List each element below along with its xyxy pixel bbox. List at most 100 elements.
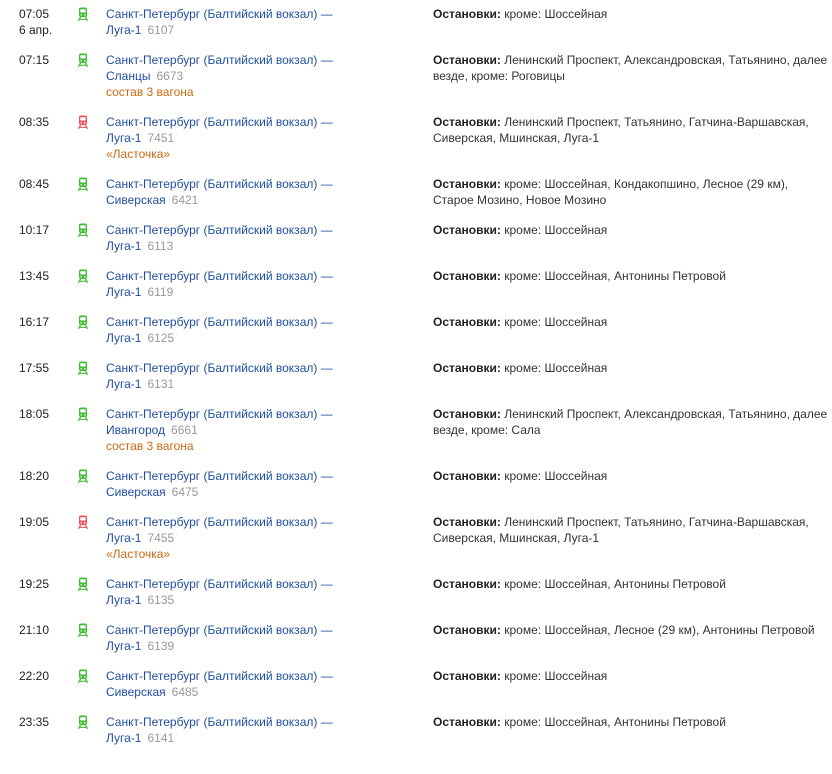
- route-destination-link[interactable]: Сиверская: [106, 685, 166, 699]
- stops-cell: Остановки: Ленинский Проспект, Татьянино…: [433, 114, 832, 146]
- departure-time: 13:45: [19, 269, 50, 283]
- stops-cell: Остановки: кроме: Шоссейная, Антонины Пе…: [433, 714, 832, 730]
- train-type-cell: [76, 406, 106, 421]
- route-link[interactable]: Санкт-Петербург (Балтийский вокзал) —: [106, 177, 333, 191]
- route-destination-link[interactable]: Луга-1: [106, 331, 141, 345]
- train-green-icon: [78, 577, 88, 591]
- departure-time: 19:05: [19, 515, 50, 529]
- schedule-row: 19:05 Санкт-Петербург (Балтийский вокзал…: [0, 514, 832, 576]
- route-destination-link[interactable]: Сиверская: [106, 193, 166, 207]
- stops-cell: Остановки: кроме: Шоссейная: [433, 468, 832, 484]
- stops-text: кроме: Шоссейная, Антонины Петровой: [504, 715, 726, 729]
- route-destination-link[interactable]: Луга-1: [106, 131, 141, 145]
- route-link[interactable]: Санкт-Петербург (Балтийский вокзал) —: [106, 269, 333, 283]
- route-link[interactable]: Санкт-Петербург (Балтийский вокзал) —: [106, 669, 333, 683]
- route-destination-link[interactable]: Сланцы: [106, 69, 150, 83]
- route-cell: Санкт-Петербург (Балтийский вокзал) — Лу…: [106, 114, 433, 162]
- stops-text: кроме: Шоссейная: [504, 361, 608, 375]
- route-destination-link[interactable]: Ивангород: [106, 423, 165, 437]
- stops-cell: Остановки: кроме: Шоссейная, Кондакопшин…: [433, 176, 832, 208]
- route-destination-link[interactable]: Луга-1: [106, 239, 141, 253]
- train-number: 6673: [156, 69, 184, 83]
- route-link[interactable]: Санкт-Петербург (Балтийский вокзал) —: [106, 715, 333, 729]
- route-destination-link[interactable]: Луга-1: [106, 377, 141, 391]
- departure-time: 19:25: [19, 577, 50, 591]
- schedule-row: 17:55 Санкт-Петербург (Балтийский вокзал…: [0, 360, 832, 406]
- train-green-icon: [78, 53, 88, 67]
- train-number: 6135: [147, 593, 175, 607]
- route-destination-link[interactable]: Сиверская: [106, 485, 166, 499]
- departure-cell: 08:45: [0, 176, 76, 192]
- route-link[interactable]: Санкт-Петербург (Балтийский вокзал) —: [106, 53, 333, 67]
- route-destination-link[interactable]: Луга-1: [106, 731, 141, 745]
- train-type-cell: [76, 6, 106, 21]
- stops-cell: Остановки: кроме: Шоссейная: [433, 668, 832, 684]
- departure-time: 07:05: [19, 7, 50, 21]
- train-number: 6131: [147, 377, 175, 391]
- route-cell: Санкт-Петербург (Балтийский вокзал) — Лу…: [106, 268, 433, 300]
- route-destination-link[interactable]: Луга-1: [106, 639, 141, 653]
- departure-time: 18:20: [19, 469, 50, 483]
- train-type-cell: [76, 514, 106, 529]
- stops-cell: Остановки: Ленинский Проспект, Татьянино…: [433, 514, 832, 546]
- train-type-cell: [76, 576, 106, 591]
- stops-text: кроме: Шоссейная: [504, 223, 608, 237]
- route-link[interactable]: Санкт-Петербург (Балтийский вокзал) —: [106, 7, 333, 21]
- train-number: 6141: [147, 731, 175, 745]
- departure-time: 07:15: [19, 53, 50, 67]
- route-cell: Санкт-Петербург (Балтийский вокзал) — Лу…: [106, 576, 433, 608]
- route-cell: Санкт-Петербург (Балтийский вокзал) — Лу…: [106, 622, 433, 654]
- train-green-icon: [78, 407, 88, 421]
- stops-label: Остановки:: [433, 669, 501, 683]
- stops-cell: Остановки: кроме: Шоссейная, Антонины Пе…: [433, 268, 832, 284]
- departure-cell: 10:17: [0, 222, 76, 238]
- schedule-row: 08:35 Санкт-Петербург (Балтийский вокзал…: [0, 114, 832, 176]
- schedule-row: 07:05 6 апр. Санкт-Петербург (Балтийский…: [0, 6, 832, 52]
- stops-cell: Остановки: Ленинский Проспект, Александр…: [433, 52, 832, 84]
- train-type-cell: [76, 714, 106, 729]
- route-destination-link[interactable]: Луга-1: [106, 285, 141, 299]
- route-destination-link[interactable]: Луга-1: [106, 23, 141, 37]
- train-number: 6475: [171, 485, 199, 499]
- train-red-icon: [78, 115, 88, 129]
- route-link[interactable]: Санкт-Петербург (Балтийский вокзал) —: [106, 623, 333, 637]
- train-note: «Ласточка»: [106, 147, 171, 161]
- route-link[interactable]: Санкт-Петербург (Балтийский вокзал) —: [106, 361, 333, 375]
- stops-label: Остановки:: [433, 7, 501, 21]
- route-link[interactable]: Санкт-Петербург (Балтийский вокзал) —: [106, 115, 333, 129]
- departure-time: 10:17: [19, 223, 50, 237]
- route-destination-link[interactable]: Луга-1: [106, 531, 141, 545]
- route-cell: Санкт-Петербург (Балтийский вокзал) — Лу…: [106, 314, 433, 346]
- stops-label: Остановки:: [433, 223, 501, 237]
- train-note: состав 3 вагона: [106, 85, 194, 99]
- route-cell: Санкт-Петербург (Балтийский вокзал) — Сл…: [106, 52, 433, 100]
- train-note: состав 3 вагона: [106, 439, 194, 453]
- stops-label: Остановки:: [433, 361, 501, 375]
- stops-cell: Остановки: Ленинский Проспект, Александр…: [433, 406, 832, 438]
- schedule-row: 18:20 Санкт-Петербург (Балтийский вокзал…: [0, 468, 832, 514]
- stops-label: Остановки:: [433, 623, 501, 637]
- train-green-icon: [78, 361, 88, 375]
- route-link[interactable]: Санкт-Петербург (Балтийский вокзал) —: [106, 515, 333, 529]
- train-number: 6139: [147, 639, 175, 653]
- stops-label: Остановки:: [433, 577, 501, 591]
- stops-text: кроме: Шоссейная, Антонины Петровой: [504, 577, 726, 591]
- route-link[interactable]: Санкт-Петербург (Балтийский вокзал) —: [106, 223, 333, 237]
- departure-time: 18:05: [19, 407, 50, 421]
- route-cell: Санкт-Петербург (Балтийский вокзал) — Лу…: [106, 714, 433, 746]
- schedule-row: 22:20 Санкт-Петербург (Балтийский вокзал…: [0, 668, 832, 714]
- stops-label: Остановки:: [433, 53, 501, 67]
- route-link[interactable]: Санкт-Петербург (Балтийский вокзал) —: [106, 407, 333, 421]
- route-cell: Санкт-Петербург (Балтийский вокзал) — Ив…: [106, 406, 433, 454]
- route-link[interactable]: Санкт-Петербург (Балтийский вокзал) —: [106, 469, 333, 483]
- departure-time: 22:20: [19, 669, 50, 683]
- train-type-cell: [76, 360, 106, 375]
- stops-text: кроме: Шоссейная: [504, 469, 608, 483]
- stops-cell: Остановки: кроме: Шоссейная: [433, 314, 832, 330]
- schedule-row: 23:35 Санкт-Петербург (Балтийский вокзал…: [0, 714, 832, 760]
- route-link[interactable]: Санкт-Петербург (Балтийский вокзал) —: [106, 315, 333, 329]
- route-destination-link[interactable]: Луга-1: [106, 593, 141, 607]
- route-cell: Санкт-Петербург (Балтийский вокзал) — Лу…: [106, 6, 433, 38]
- route-link[interactable]: Санкт-Петербург (Балтийский вокзал) —: [106, 577, 333, 591]
- train-type-cell: [76, 176, 106, 191]
